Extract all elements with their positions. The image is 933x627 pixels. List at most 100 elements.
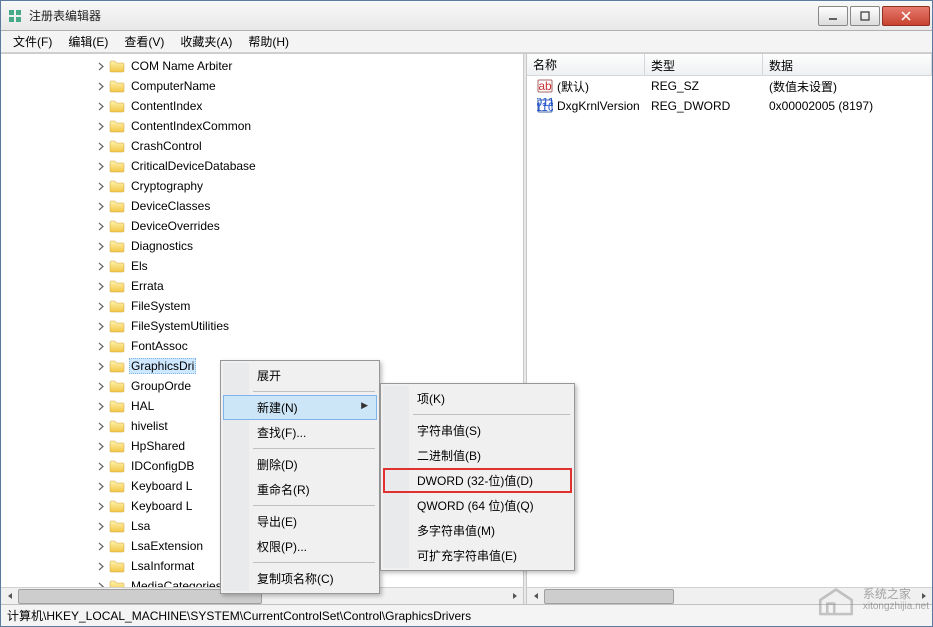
tree-expander-icon[interactable] bbox=[95, 120, 107, 132]
tree-node[interactable]: Errata bbox=[5, 276, 523, 296]
tree-node[interactable]: CrashControl bbox=[5, 136, 523, 156]
menu-view[interactable]: 查看(V) bbox=[116, 31, 172, 52]
tree-expander-icon[interactable] bbox=[95, 320, 107, 332]
tree-node[interactable]: ContentIndex bbox=[5, 96, 523, 116]
context-menu-item[interactable]: 权限(P)... bbox=[223, 534, 377, 559]
tree-expander-icon[interactable] bbox=[95, 260, 107, 272]
col-header-data[interactable]: 数据 bbox=[763, 54, 932, 75]
tree-node[interactable]: Diagnostics bbox=[5, 236, 523, 256]
list-row[interactable]: 011110DxgKrnlVersionREG_DWORD0x00002005 … bbox=[527, 96, 932, 116]
menu-separator bbox=[253, 562, 375, 563]
titlebar: 注册表编辑器 bbox=[1, 1, 932, 31]
tree-label: CrashControl bbox=[129, 138, 204, 154]
tree-expander-icon[interactable] bbox=[95, 280, 107, 292]
list-scroll-left[interactable] bbox=[527, 589, 544, 604]
list-body[interactable]: ab(默认)REG_SZ(数值未设置)011110DxgKrnlVersionR… bbox=[527, 76, 932, 604]
tree-label: ContentIndexCommon bbox=[129, 118, 253, 134]
tree-node[interactable]: Cryptography bbox=[5, 176, 523, 196]
context-menu-item[interactable]: 删除(D) bbox=[223, 452, 377, 477]
tree-node[interactable]: ContentIndexCommon bbox=[5, 116, 523, 136]
tree-expander-icon[interactable] bbox=[95, 520, 107, 532]
tree-node[interactable]: DeviceOverrides bbox=[5, 216, 523, 236]
tree-scroll-left[interactable] bbox=[1, 589, 18, 604]
menu-edit[interactable]: 编辑(E) bbox=[60, 31, 116, 52]
tree-node[interactable]: CriticalDeviceDatabase bbox=[5, 156, 523, 176]
context-menu-key: 展开新建(N)查找(F)... 删除(D)重命名(R) 导出(E)权限(P)... 复… bbox=[220, 360, 380, 594]
tree-expander-icon[interactable] bbox=[95, 380, 107, 392]
tree-label: FileSystemUtilities bbox=[129, 318, 231, 334]
tree-expander-icon[interactable] bbox=[95, 440, 107, 452]
list-scroll-track[interactable] bbox=[544, 589, 915, 604]
list-hscrollbar[interactable] bbox=[527, 587, 932, 604]
statusbar: 计算机\HKEY_LOCAL_MACHINE\SYSTEM\CurrentCon… bbox=[1, 604, 932, 626]
tree-label: HAL bbox=[129, 398, 156, 414]
list-scroll-thumb[interactable] bbox=[544, 589, 674, 604]
context-menu-item[interactable]: 项(K) bbox=[383, 386, 572, 411]
list-row[interactable]: ab(默认)REG_SZ(数值未设置) bbox=[527, 76, 932, 96]
tree-expander-icon[interactable] bbox=[95, 60, 107, 72]
tree-node[interactable]: FileSystem bbox=[5, 296, 523, 316]
context-menu-item[interactable]: 重命名(R) bbox=[223, 477, 377, 502]
tree-node[interactable]: Els bbox=[5, 256, 523, 276]
context-menu-item[interactable]: 二进制值(B) bbox=[383, 443, 572, 468]
tree-expander-icon[interactable] bbox=[95, 140, 107, 152]
tree-expander-icon[interactable] bbox=[95, 100, 107, 112]
tree-label: hivelist bbox=[129, 418, 170, 434]
tree-node[interactable]: FileSystemUtilities bbox=[5, 316, 523, 336]
tree-scroll-right[interactable] bbox=[506, 589, 523, 604]
app-icon bbox=[7, 8, 23, 24]
tree-expander-icon[interactable] bbox=[95, 200, 107, 212]
context-menu-item[interactable]: 导出(E) bbox=[223, 509, 377, 534]
tree-label: Cryptography bbox=[129, 178, 205, 194]
tree-expander-icon[interactable] bbox=[95, 340, 107, 352]
col-header-type[interactable]: 类型 bbox=[645, 54, 763, 75]
menu-separator bbox=[253, 391, 375, 392]
context-menu-item[interactable]: 新建(N) bbox=[223, 395, 377, 420]
tree-label: DeviceOverrides bbox=[129, 218, 222, 234]
tree-label: Diagnostics bbox=[129, 238, 195, 254]
tree-expander-icon[interactable] bbox=[95, 300, 107, 312]
tree-node[interactable]: ComputerName bbox=[5, 76, 523, 96]
tree-label: LsaExtension bbox=[129, 538, 205, 554]
context-menu-item[interactable]: 可扩充字符串值(E) bbox=[383, 543, 572, 568]
tree-expander-icon[interactable] bbox=[95, 180, 107, 192]
list-scroll-right[interactable] bbox=[915, 589, 932, 604]
context-menu-item[interactable]: 展开 bbox=[223, 363, 377, 388]
value-name: (默认) bbox=[557, 78, 589, 95]
context-menu-item[interactable]: 多字符串值(M) bbox=[383, 518, 572, 543]
tree-expander-icon[interactable] bbox=[95, 240, 107, 252]
tree-label: ComputerName bbox=[129, 78, 218, 94]
tree-expander-icon[interactable] bbox=[95, 500, 107, 512]
context-menu-item[interactable]: 复制项名称(C) bbox=[223, 566, 377, 591]
context-menu-item[interactable]: 查找(F)... bbox=[223, 420, 377, 445]
tree-label: Els bbox=[129, 258, 150, 274]
tree-expander-icon[interactable] bbox=[95, 420, 107, 432]
context-menu-item[interactable]: QWORD (64 位)值(Q) bbox=[383, 493, 572, 518]
tree-expander-icon[interactable] bbox=[95, 540, 107, 552]
menu-favorites[interactable]: 收藏夹(A) bbox=[172, 31, 240, 52]
tree-expander-icon[interactable] bbox=[95, 400, 107, 412]
tree-label: ContentIndex bbox=[129, 98, 204, 114]
tree-label: CriticalDeviceDatabase bbox=[129, 158, 258, 174]
context-menu-item[interactable]: 字符串值(S) bbox=[383, 418, 572, 443]
status-path: 计算机\HKEY_LOCAL_MACHINE\SYSTEM\CurrentCon… bbox=[7, 607, 471, 624]
col-header-name[interactable]: 名称 bbox=[527, 54, 645, 75]
minimize-button[interactable] bbox=[818, 6, 848, 26]
tree-expander-icon[interactable] bbox=[95, 160, 107, 172]
tree-expander-icon[interactable] bbox=[95, 80, 107, 92]
tree-expander-icon[interactable] bbox=[95, 360, 107, 372]
tree-expander-icon[interactable] bbox=[95, 560, 107, 572]
tree-node[interactable]: COM Name Arbiter bbox=[5, 56, 523, 76]
menu-file[interactable]: 文件(F) bbox=[5, 31, 60, 52]
value-type: REG_DWORD bbox=[645, 97, 763, 115]
tree-node[interactable]: FontAssoc bbox=[5, 336, 523, 356]
context-menu-item[interactable]: DWORD (32-位)值(D) bbox=[383, 468, 572, 493]
tree-expander-icon[interactable] bbox=[95, 480, 107, 492]
tree-expander-icon[interactable] bbox=[95, 460, 107, 472]
maximize-button[interactable] bbox=[850, 6, 880, 26]
tree-node[interactable]: DeviceClasses bbox=[5, 196, 523, 216]
close-button[interactable] bbox=[882, 6, 930, 26]
menu-help[interactable]: 帮助(H) bbox=[240, 31, 297, 52]
tree-label: Keyboard L bbox=[129, 478, 194, 494]
tree-expander-icon[interactable] bbox=[95, 220, 107, 232]
